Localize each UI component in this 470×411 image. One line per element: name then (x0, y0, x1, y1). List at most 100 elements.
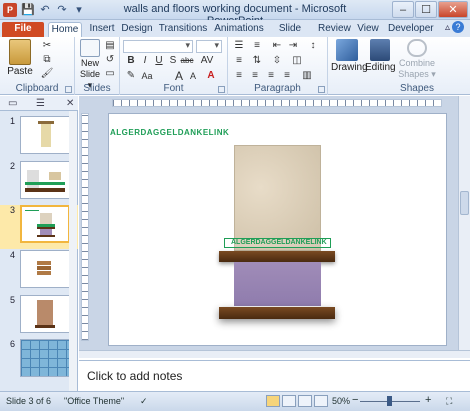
bold-button[interactable]: B (124, 55, 138, 67)
font-launcher-icon[interactable] (218, 86, 225, 93)
maximize-button[interactable]: ☐ (415, 1, 437, 18)
group-label-font: Font (163, 83, 184, 94)
tab-developer[interactable]: Developer (388, 22, 434, 37)
tab-file[interactable]: File (2, 22, 44, 37)
shrink-font-button[interactable]: A (186, 70, 200, 82)
bullets-icon[interactable]: ☰ (232, 40, 246, 52)
notes-pane[interactable]: Click to add notes (79, 360, 470, 391)
slide-canvas[interactable]: ALGERDAGGELDANKELINK ALGERDAGGELDANKELIN… (108, 113, 447, 346)
slide-thumbnail[interactable]: 4 (0, 250, 78, 294)
align-text-icon[interactable]: ⇳ (270, 55, 284, 67)
text-direction-icon[interactable]: ⇅ (250, 55, 264, 67)
increase-indent-icon[interactable]: ⇥ (286, 40, 300, 52)
slide-show-view-button[interactable] (314, 395, 328, 407)
paragraph-launcher-icon[interactable] (318, 86, 325, 93)
quick-access-toolbar: 💾 ↶ ↷ ▾ (21, 3, 86, 17)
line-spacing-icon[interactable]: ↕ (306, 40, 320, 52)
slides-panel-scrollbar[interactable] (69, 111, 77, 391)
purple-floor-block[interactable] (234, 262, 321, 306)
group-slides: New Slide ▾ ▤ ↺ ▭ Slides (75, 37, 120, 95)
undo-icon[interactable]: ↶ (38, 3, 52, 17)
decrease-indent-icon[interactable]: ⇤ (270, 40, 284, 52)
reading-view-button[interactable] (298, 395, 312, 407)
italic-button[interactable]: I (138, 55, 152, 67)
fit-to-window-icon[interactable]: ⛶ (446, 396, 452, 407)
tab-view[interactable]: View (354, 22, 382, 37)
justify-button[interactable]: ≡ (280, 70, 294, 82)
customize-qat-icon[interactable]: ▾ (72, 3, 86, 17)
slide-text-box[interactable]: ALGERDAGGELDANKELINK (224, 238, 331, 248)
top-shelf[interactable] (219, 251, 335, 262)
minimize-ribbon-icon[interactable]: ▵ (445, 22, 450, 33)
zoom-in-button[interactable]: + (425, 394, 431, 406)
minimize-button[interactable]: – (392, 1, 414, 18)
clear-format-icon[interactable]: ✎ (124, 70, 138, 82)
slides-tab-icon[interactable]: ▭ (8, 98, 17, 109)
close-panel-icon[interactable]: ✕ (66, 98, 74, 109)
zoom-level[interactable]: 50% (332, 396, 350, 406)
section-icon[interactable]: ▭ (103, 68, 117, 80)
vertical-scrollbar[interactable] (458, 96, 470, 358)
ribbon-tabs: File Home Insert Design Transitions Anim… (0, 20, 470, 48)
editing-button[interactable]: Editing (365, 39, 396, 73)
paste-button[interactable]: Paste (4, 39, 36, 77)
slide-thumbnail[interactable]: 1 (0, 116, 78, 160)
grow-font-button[interactable]: A (172, 70, 186, 82)
normal-view-button[interactable] (266, 395, 280, 407)
align-left-icon[interactable]: ≡ (232, 55, 246, 67)
bottom-shelf[interactable] (219, 307, 335, 319)
font-name-combo[interactable] (123, 40, 193, 53)
help-icon[interactable]: ? (452, 21, 464, 33)
tab-design[interactable]: Design (120, 22, 154, 37)
change-case-button[interactable]: Aa (140, 70, 154, 82)
align-center-button[interactable]: ≡ (248, 70, 262, 82)
cut-icon[interactable]: ✂ (40, 40, 54, 52)
strikethrough-button[interactable]: abc (180, 55, 194, 67)
tab-review[interactable]: Review (318, 22, 351, 37)
vertical-scrollbar-thumb[interactable] (460, 191, 469, 215)
drawing-button[interactable]: Drawing (331, 39, 368, 73)
format-painter-icon[interactable]: 🖌 (40, 68, 54, 80)
slide-thumbnail-selected[interactable]: 3 (0, 205, 78, 249)
status-bar: Slide 3 of 6 "Office Theme" ✓ 50% − + ⛶ (0, 391, 470, 411)
font-color-icon[interactable]: A (204, 70, 218, 82)
spell-check-icon[interactable]: ✓ (140, 396, 148, 407)
save-icon[interactable]: 💾 (21, 3, 35, 17)
slide-thumbnail[interactable]: 5 (0, 295, 78, 339)
underline-button[interactable]: U (152, 55, 166, 67)
shadow-button[interactable]: S (166, 55, 180, 67)
font-size-combo[interactable] (196, 40, 222, 53)
combine-shapes-button[interactable]: Combine Shapes ▾ (398, 39, 436, 80)
align-left-button[interactable]: ≡ (232, 70, 246, 82)
slide-thumbnail[interactable]: 2 (0, 161, 78, 205)
outline-tab-icon[interactable]: ☰ (36, 98, 45, 109)
slide-thumbnail[interactable]: 6 (0, 339, 78, 383)
slide-top-text[interactable]: ALGERDAGGELDANKELINK (110, 128, 229, 137)
align-right-button[interactable]: ≡ (264, 70, 278, 82)
group-clipboard: Paste ✂ ⧉ 🖌 Clipboard (0, 37, 75, 95)
horizontal-ruler (112, 99, 442, 107)
tab-home[interactable]: Home (48, 22, 82, 37)
copy-icon[interactable]: ⧉ (40, 54, 54, 66)
wall-tile-image[interactable] (234, 145, 321, 251)
close-button[interactable]: ✕ (438, 1, 468, 18)
horizontal-scrollbar[interactable] (79, 350, 470, 358)
powerpoint-app-icon[interactable]: P (3, 3, 17, 17)
tab-transitions[interactable]: Transitions (158, 22, 208, 37)
char-spacing-icon[interactable]: AV (200, 55, 214, 67)
new-slide-icon (80, 39, 100, 57)
tab-animations[interactable]: Animations (212, 22, 266, 37)
slide-thumbnail-preview (20, 339, 70, 377)
numbering-icon[interactable]: ≡ (250, 40, 264, 52)
redo-icon[interactable]: ↷ (55, 3, 69, 17)
reset-icon[interactable]: ↺ (103, 54, 117, 66)
layout-icon[interactable]: ▤ (103, 40, 117, 52)
slide-sorter-view-button[interactable] (282, 395, 296, 407)
zoom-slider-knob[interactable] (387, 396, 392, 406)
columns-icon[interactable]: ▥ (300, 70, 314, 82)
tab-slide-show[interactable]: Slide Show (266, 22, 314, 48)
clipboard-launcher-icon[interactable] (65, 86, 72, 93)
smartart-icon[interactable]: ◫ (290, 55, 304, 67)
tab-insert[interactable]: Insert (85, 22, 119, 37)
zoom-out-button[interactable]: − (352, 394, 358, 406)
